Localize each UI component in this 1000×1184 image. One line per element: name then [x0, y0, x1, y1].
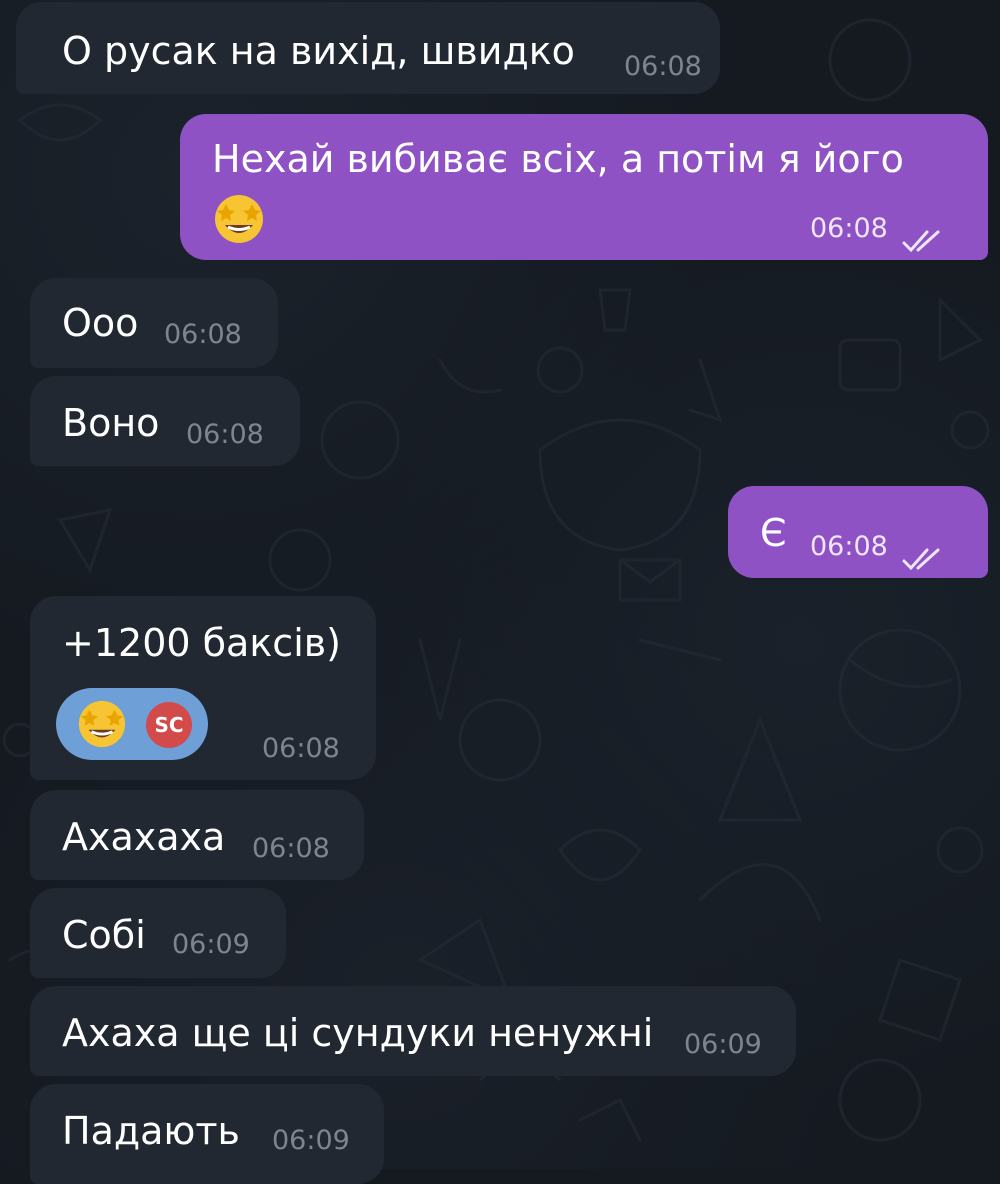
message-text: +1200 баксів)	[62, 621, 341, 665]
message-text: Є	[760, 511, 787, 555]
message-time: 06:08	[186, 419, 264, 450]
message-bubble-incoming[interactable]: Воно 06:08	[30, 376, 300, 466]
message-bubble-incoming[interactable]: Ооо 06:08	[30, 278, 278, 368]
message-text: Собі	[62, 913, 146, 957]
message-text: Воно	[62, 401, 160, 445]
message-text: О русак на вихід, швидко	[62, 29, 575, 73]
message-time: 06:08	[810, 213, 888, 244]
message-time: 06:08	[624, 51, 702, 82]
reaction-chip[interactable]: SC	[56, 688, 208, 760]
message-time: 06:09	[172, 929, 250, 960]
read-double-check-icon	[902, 536, 948, 582]
message-bubble-incoming[interactable]: +1200 баксів) SC 06:08	[30, 596, 376, 780]
star-struck-emoji-icon	[212, 192, 266, 256]
message-time: 06:08	[262, 733, 340, 764]
message-bubble-incoming[interactable]: Ахаха ще ці сундуки ненужні 06:09	[30, 986, 796, 1076]
message-text: Ахаха ще ці сундуки ненужні	[62, 1011, 654, 1055]
star-struck-emoji-icon	[76, 698, 128, 760]
reaction-avatar: SC	[146, 702, 192, 748]
message-bubble-incoming[interactable]: Собі 06:09	[30, 888, 286, 978]
message-time: 06:08	[810, 531, 888, 562]
message-text: Ооо	[62, 301, 139, 345]
message-time: 06:08	[252, 833, 330, 864]
message-time: 06:08	[164, 319, 242, 350]
message-bubble-incoming[interactable]: О русак на вихід, швидко 06:08	[16, 2, 720, 94]
message-text: Падають	[62, 1109, 240, 1153]
message-time: 06:09	[684, 1029, 762, 1060]
message-text: Ахахаха	[62, 815, 226, 859]
message-bubble-incoming[interactable]: Падають 06:09	[30, 1084, 384, 1184]
read-double-check-icon	[902, 218, 948, 264]
message-time: 06:09	[272, 1125, 350, 1156]
message-text: Нехай вибиває всіх, а потім я його	[212, 137, 904, 181]
message-bubble-outgoing[interactable]: Є 06:08	[728, 486, 988, 578]
message-bubble-outgoing[interactable]: Нехай вибиває всіх, а потім я його 06:08	[180, 114, 988, 260]
message-bubble-incoming[interactable]: Ахахаха 06:08	[30, 790, 364, 880]
